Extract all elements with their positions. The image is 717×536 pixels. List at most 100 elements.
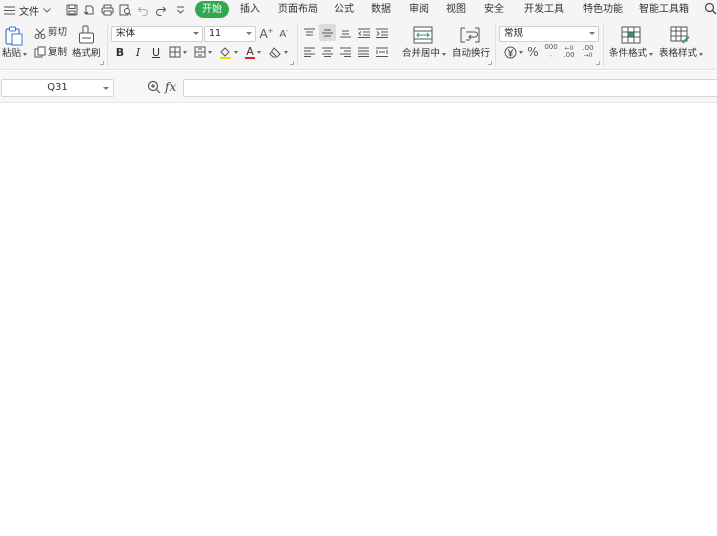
increase-decimal-button[interactable]: ←0.00: [561, 44, 577, 60]
conditional-format-icon[interactable]: [620, 25, 642, 45]
save-icon[interactable]: [64, 2, 80, 18]
merge-center-button[interactable]: 合并居中: [402, 48, 447, 60]
formula-bar: Q31 fx: [0, 71, 717, 103]
undo-history-icon[interactable]: [81, 2, 97, 18]
number-format-value: 常规: [504, 28, 524, 39]
customize-toolbar-icon[interactable]: [172, 2, 188, 18]
tab-security[interactable]: 安全: [484, 3, 504, 17]
table-style-label: 表格样式: [659, 48, 698, 59]
cell-pattern-icon: [194, 46, 206, 58]
borders-icon: [169, 46, 181, 58]
insert-function-button[interactable]: fx: [165, 80, 176, 94]
clipboard-dialog-launcher[interactable]: [100, 61, 104, 65]
tab-special-features[interactable]: 特色功能: [583, 3, 623, 17]
thousands-separator-button[interactable]: 000,: [543, 43, 559, 59]
decrease-decimal-button[interactable]: .00 →0: [580, 44, 596, 60]
paste-label: 粘贴: [2, 48, 22, 59]
zoom-icon[interactable]: [146, 79, 161, 95]
align-left-icon[interactable]: [302, 44, 317, 59]
increase-decimal-label: .00: [563, 51, 575, 59]
print-preview-icon[interactable]: [117, 2, 133, 18]
search-icon[interactable]: [704, 2, 717, 18]
formula-input[interactable]: [183, 79, 717, 97]
file-menu[interactable]: 文件: [4, 3, 51, 18]
chevron-down-icon: [193, 32, 199, 35]
font-name-value: 宋体: [116, 28, 136, 39]
scissors-icon[interactable]: [33, 27, 46, 39]
cut-label[interactable]: 剪切: [48, 27, 67, 39]
align-center-icon[interactable]: [320, 44, 335, 59]
underline-button[interactable]: U: [149, 44, 163, 60]
name-box[interactable]: Q31: [1, 79, 114, 97]
format-painter-label[interactable]: 格式刷: [72, 48, 101, 60]
fill-color-button[interactable]: [217, 44, 239, 60]
eraser-icon: [268, 46, 282, 58]
tab-insert[interactable]: 插入: [240, 3, 260, 17]
increase-indent-icon[interactable]: [374, 25, 389, 40]
decrease-font-icon: A: [279, 28, 287, 40]
tab-formulas[interactable]: 公式: [334, 3, 354, 17]
chevron-down-icon: [589, 32, 595, 35]
copy-label[interactable]: 复制: [48, 47, 67, 59]
format-painter-icon[interactable]: [77, 25, 95, 45]
borders-button[interactable]: [167, 44, 189, 60]
align-middle-icon[interactable]: [319, 24, 336, 41]
font-name-select[interactable]: 宋体: [111, 26, 203, 42]
copy-icon[interactable]: [33, 46, 46, 58]
conditional-format-button[interactable]: 条件格式: [609, 48, 654, 60]
percent-button[interactable]: %: [526, 44, 540, 60]
worksheet-area[interactable]: [0, 104, 717, 536]
increase-font-icon: A: [259, 27, 268, 41]
chevron-down-icon: [43, 7, 51, 13]
ribbon-toolbar: 粘贴 剪切 复制 格式刷 宋体 11 A + A- B I U A 合并居中 自…: [0, 20, 717, 70]
increase-font-size-button[interactable]: A +: [259, 26, 274, 42]
font-color-icon: A: [245, 46, 255, 59]
tab-page-layout[interactable]: 页面布局: [278, 3, 318, 17]
file-menu-label: 文件: [19, 6, 39, 18]
decrease-font-size-button[interactable]: A-: [277, 26, 291, 42]
tab-developer[interactable]: 开发工具: [524, 3, 564, 17]
thousands-label: 000: [544, 43, 558, 51]
tab-review[interactable]: 审阅: [409, 3, 429, 17]
align-bottom-icon[interactable]: [338, 25, 353, 40]
redo-icon[interactable]: [153, 2, 169, 18]
wrap-text-label[interactable]: 自动换行: [452, 48, 490, 60]
conditional-format-label: 条件格式: [609, 48, 648, 59]
font-color-button[interactable]: A: [242, 44, 264, 60]
hamburger-icon: [4, 5, 15, 15]
decrease-indent-icon[interactable]: [356, 25, 371, 40]
table-style-button[interactable]: 表格样式: [659, 48, 704, 60]
percent-label: %: [527, 45, 539, 59]
clipboard-paste-icon[interactable]: [4, 25, 24, 47]
italic-button[interactable]: I: [131, 44, 145, 60]
font-dialog-launcher[interactable]: [290, 61, 294, 65]
paste-button[interactable]: 粘贴: [2, 48, 28, 60]
bold-button[interactable]: B: [113, 44, 127, 60]
separator: [495, 24, 496, 66]
undo-icon[interactable]: [135, 2, 151, 18]
number-format-select[interactable]: 常规: [499, 26, 599, 42]
separator: [297, 24, 298, 66]
tab-data[interactable]: 数据: [371, 3, 391, 17]
currency-button[interactable]: [502, 44, 524, 60]
alignment-dialog-launcher[interactable]: [488, 61, 492, 65]
tab-view[interactable]: 视图: [446, 3, 466, 17]
merge-cells-icon[interactable]: [412, 25, 434, 45]
wrap-text-icon[interactable]: [459, 25, 481, 45]
font-size-value: 11: [209, 28, 222, 39]
chevron-down-icon: [246, 32, 252, 35]
clear-format-button[interactable]: [267, 44, 289, 60]
tab-home[interactable]: 开始: [195, 1, 229, 18]
tab-smart-toolbox[interactable]: 智能工具箱: [639, 3, 689, 17]
cell-style-button[interactable]: [192, 44, 214, 60]
table-style-icon[interactable]: [669, 25, 691, 45]
distributed-align-icon[interactable]: [374, 44, 389, 59]
font-size-select[interactable]: 11: [204, 26, 256, 42]
separator: [107, 24, 108, 66]
number-dialog-launcher[interactable]: [596, 61, 600, 65]
print-icon[interactable]: [99, 2, 115, 18]
underline-label: U: [151, 45, 161, 59]
align-right-icon[interactable]: [338, 44, 353, 59]
align-top-icon[interactable]: [302, 25, 317, 40]
justify-icon[interactable]: [356, 44, 371, 59]
